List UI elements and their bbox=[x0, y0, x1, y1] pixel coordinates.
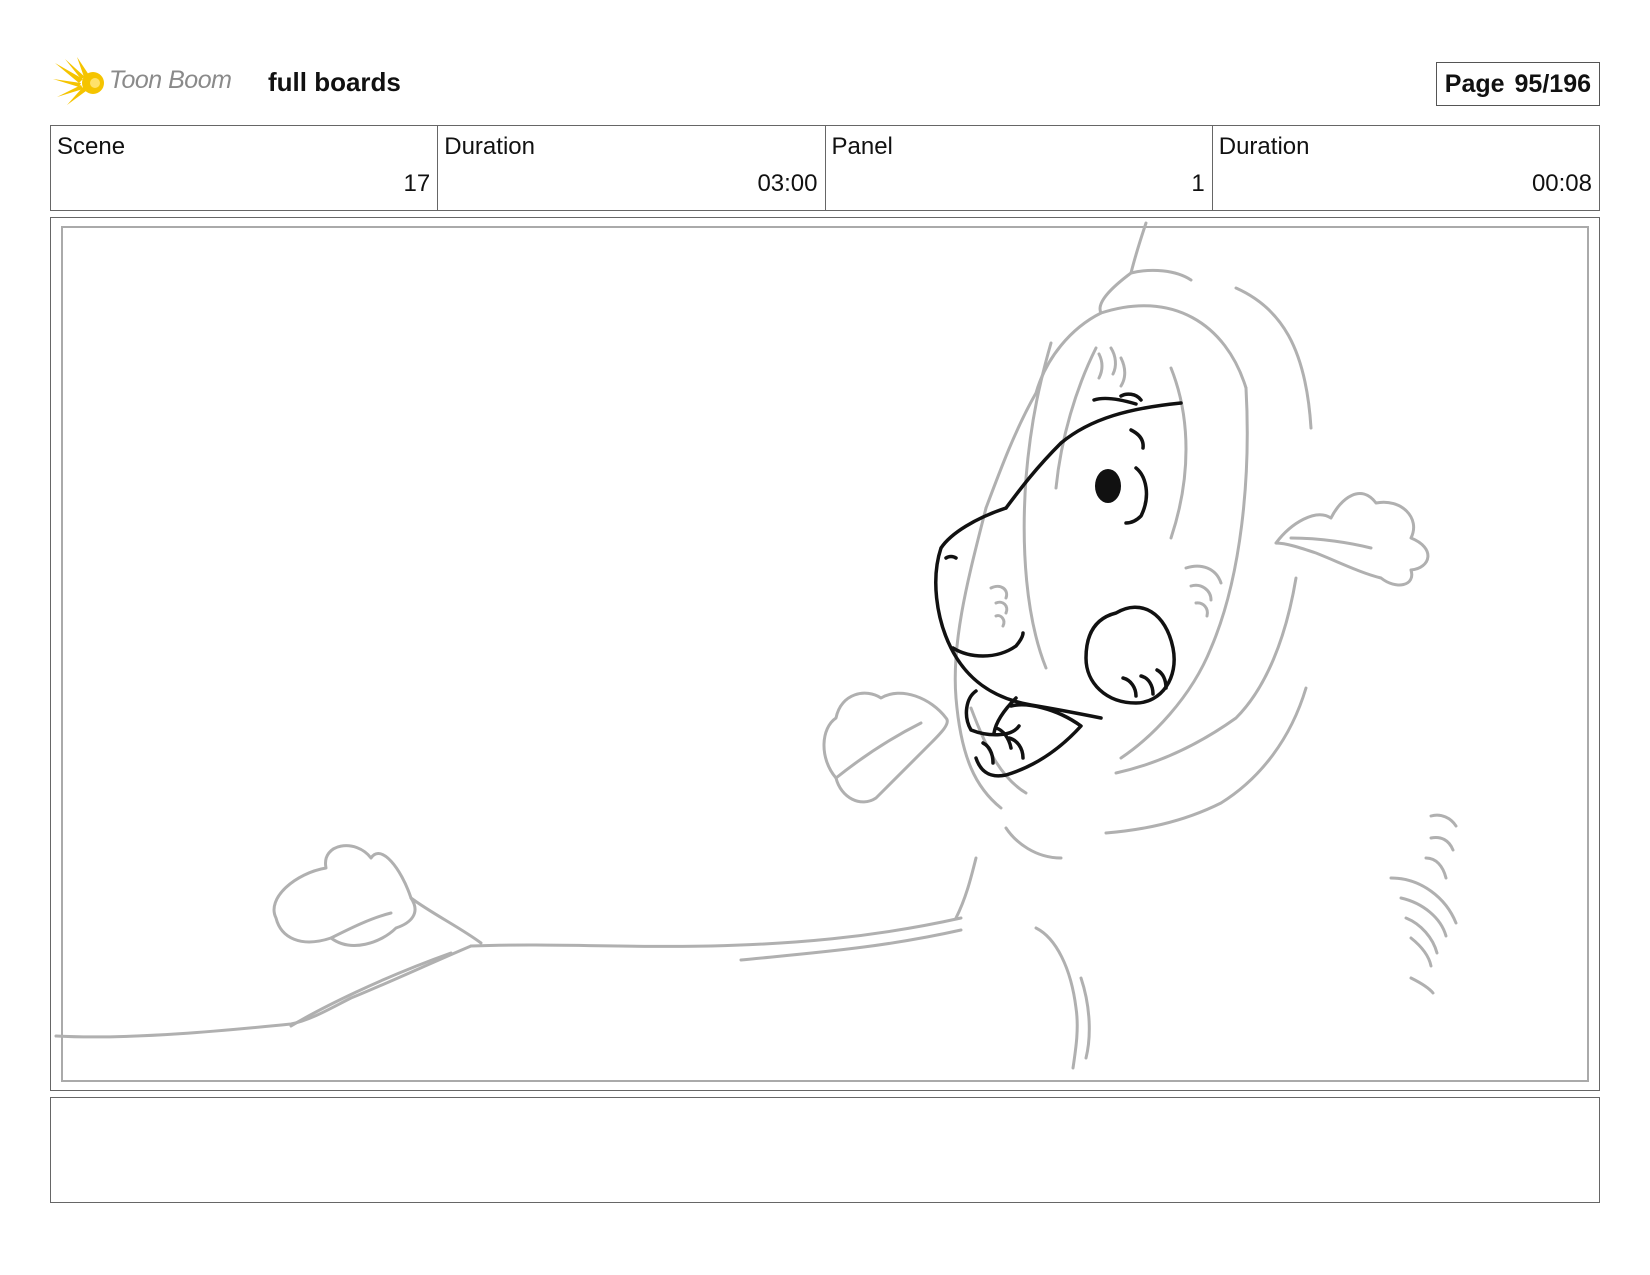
logo-text: Toon Boom bbox=[109, 66, 232, 94]
panel-label: Panel bbox=[831, 133, 893, 160]
scene-label: Scene bbox=[57, 133, 126, 160]
storyboard-panel bbox=[50, 217, 1600, 1091]
ink-face-lines bbox=[934, 392, 1183, 778]
panel-sketch-drawing bbox=[54, 221, 1458, 1070]
project-title: full boards bbox=[268, 67, 401, 97]
page-header: Toon Boom full boards Page 95/196 bbox=[50, 55, 1600, 111]
page-number: 95/196 bbox=[1514, 70, 1591, 98]
panel-duration-cell: Duration 00:08 bbox=[1213, 126, 1599, 210]
panel-value: 1 bbox=[1191, 170, 1205, 197]
panel-duration-label: Duration bbox=[1218, 133, 1310, 160]
panel-duration-value: 00:08 bbox=[1531, 170, 1592, 197]
panel-cell: Panel 1 bbox=[826, 126, 1213, 210]
panel-notes-box[interactable] bbox=[50, 1097, 1600, 1203]
scene-duration-cell: Duration 03:00 bbox=[438, 126, 826, 210]
toon-boom-logo: Toon Boom bbox=[53, 57, 253, 107]
scene-duration-label: Duration bbox=[444, 133, 535, 160]
scene-cell: Scene 17 bbox=[51, 126, 439, 210]
rough-sketch-lines bbox=[54, 221, 1458, 1070]
scene-duration-value: 03:00 bbox=[757, 170, 818, 197]
scene-value: 17 bbox=[403, 170, 431, 197]
page-label: Page bbox=[1444, 70, 1505, 98]
eye bbox=[1095, 469, 1121, 503]
page-indicator: Page 95/196 bbox=[1435, 62, 1600, 106]
scene-info-table: Scene 17 Duration 03:00 Panel 1 Duration… bbox=[50, 125, 1600, 211]
toon-boom-logo-icon bbox=[53, 57, 104, 105]
